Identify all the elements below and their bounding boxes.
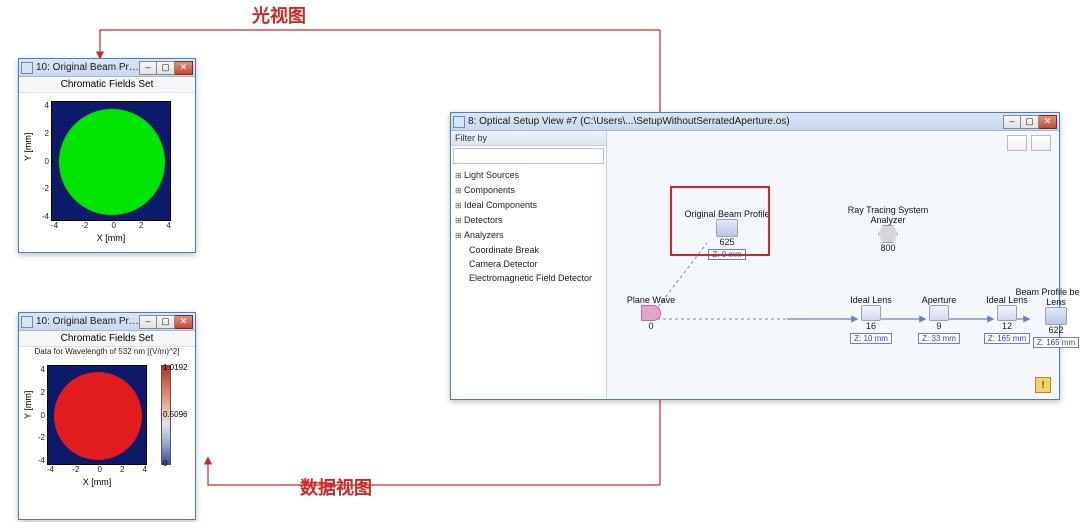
maximize-button[interactable]: ▢ — [157, 315, 175, 329]
titlebar[interactable]: 10: Original Beam Profile – ▢ ✕ — [19, 59, 195, 77]
block-z-value: Z: 33 mm — [918, 333, 960, 344]
colorbar-min: 0 — [163, 459, 197, 468]
detector-icon — [716, 219, 738, 237]
toolbar-icon-1[interactable] — [1007, 135, 1027, 151]
tree-coordinate-break[interactable]: Coordinate Break — [455, 243, 602, 257]
block-label: Plane Wave — [621, 295, 681, 305]
block-label: Aperture — [911, 295, 967, 305]
toolbar-icon-2[interactable] — [1031, 135, 1051, 151]
window-optical-setup[interactable]: 8: Optical Setup View #7 (C:\Users\...\S… — [450, 112, 1060, 400]
colorbar-max: 1.0192 — [163, 363, 197, 372]
block-id: 0 — [621, 321, 681, 331]
block-z-value: Z: 10 mm — [850, 333, 892, 344]
plot-frame — [47, 365, 147, 465]
maximize-button[interactable]: ▢ — [157, 61, 175, 75]
tree-components[interactable]: Components — [455, 183, 602, 198]
block-ideal-lens-1[interactable]: Ideal Lens 16 Z: 10 mm — [843, 295, 899, 344]
block-id: 9 — [911, 321, 967, 331]
block-label: Ideal Lens — [843, 295, 899, 305]
block-label: Ray Tracing System Analyzer — [843, 205, 933, 225]
titlebar[interactable]: 10: Original Beam Profile – ▢ ✕ — [19, 313, 195, 331]
block-id: 16 — [843, 321, 899, 331]
window-title: 10: Original Beam Profile — [36, 62, 139, 73]
block-id: 625 — [677, 237, 777, 247]
annotation-light-view: 光视图 — [252, 2, 306, 28]
warning-icon[interactable]: ! — [1035, 377, 1051, 393]
block-original-beam-profile[interactable]: Original Beam Profile 625 Z: 0 mm — [677, 209, 777, 260]
beam-circle-green — [59, 109, 165, 215]
filter-header: Filter by — [451, 131, 606, 146]
chart-plot-area[interactable]: -4-2024 X [mm] 420-2-4 Y [mm] — [19, 93, 195, 249]
y-ticks: 420-2-4 — [35, 365, 45, 465]
chart-plot-area[interactable]: Data for Wavelength of 532 nm [(V/m)^2] … — [19, 347, 195, 517]
titlebar[interactable]: 8: Optical Setup View #7 (C:\Users\...\S… — [451, 113, 1059, 131]
tree-light-sources[interactable]: Light Sources — [455, 168, 602, 183]
block-label: Original Beam Profile — [677, 209, 777, 219]
plot-frame — [51, 101, 171, 221]
y-axis-label: Y [mm] — [23, 133, 33, 161]
annotation-data-view: 数据视图 — [300, 474, 372, 500]
block-z-value: Z: 165 mm — [1033, 337, 1079, 348]
minimize-button[interactable]: – — [139, 61, 157, 75]
aperture-icon — [929, 305, 949, 321]
window-title: 10: Original Beam Profile — [36, 316, 139, 327]
close-button[interactable]: ✕ — [175, 61, 193, 75]
maximize-button[interactable]: ▢ — [1021, 115, 1039, 129]
component-tree[interactable]: Light Sources Components Ideal Component… — [451, 166, 606, 287]
setup-canvas[interactable]: ! Plane Wave 0 — [607, 131, 1059, 399]
block-plane-wave[interactable]: Plane Wave 0 — [621, 295, 681, 331]
chart-dataline: Data for Wavelength of 532 nm [(V/m)^2] — [19, 347, 195, 356]
close-button[interactable]: ✕ — [1039, 115, 1057, 129]
window-title: 8: Optical Setup View #7 (C:\Users\...\S… — [468, 116, 1003, 127]
chart-subtitle: Chromatic Fields Set — [19, 77, 195, 93]
block-ray-tracing-analyzer[interactable]: Ray Tracing System Analyzer 800 — [843, 205, 933, 253]
window-icon — [21, 62, 33, 74]
beam-circle-red — [54, 372, 142, 460]
window-beam-profile-light[interactable]: 10: Original Beam Profile – ▢ ✕ Chromati… — [18, 58, 196, 253]
close-button[interactable]: ✕ — [175, 315, 193, 329]
block-id: 622 — [1007, 325, 1080, 335]
window-icon — [21, 316, 33, 328]
lens-icon — [861, 305, 881, 321]
block-id: 800 — [843, 243, 933, 253]
tree-em-field-detector[interactable]: Electromagnetic Field Detector — [455, 271, 602, 285]
window-icon — [453, 116, 465, 128]
filter-input[interactable] — [453, 148, 604, 164]
minimize-button[interactable]: – — [1003, 115, 1021, 129]
block-aperture[interactable]: Aperture 9 Z: 33 mm — [911, 295, 967, 344]
x-axis-label: X [mm] — [51, 233, 171, 243]
x-axis-label: X [mm] — [47, 477, 147, 487]
source-icon — [641, 305, 661, 321]
colorbar-mid: 0.5096 — [163, 410, 197, 419]
block-beam-profile-behind-lens[interactable]: Beam Profile behind Lens 622 Z: 165 mm — [1007, 287, 1080, 348]
tree-ideal-components[interactable]: Ideal Components — [455, 198, 602, 213]
window-beam-profile-data[interactable]: 10: Original Beam Profile – ▢ ✕ Chromati… — [18, 312, 196, 520]
tree-camera-detector[interactable]: Camera Detector — [455, 257, 602, 271]
block-label: Beam Profile behind Lens — [1007, 287, 1080, 307]
filter-panel: Filter by Light Sources Components Ideal… — [451, 131, 607, 399]
block-z-value: Z: 0 mm — [708, 249, 745, 260]
x-ticks: -4-2024 — [51, 221, 171, 230]
tree-analyzers[interactable]: Analyzers — [455, 228, 602, 243]
detector-icon — [1045, 307, 1067, 325]
chart-subtitle: Chromatic Fields Set — [19, 331, 195, 347]
y-axis-label: Y [mm] — [23, 391, 33, 419]
minimize-button[interactable]: – — [139, 315, 157, 329]
analyzer-icon — [878, 225, 898, 243]
tree-detectors[interactable]: Detectors — [455, 213, 602, 228]
x-ticks: -4-2024 — [47, 465, 147, 474]
y-ticks: 420-2-4 — [39, 101, 49, 221]
connection-wires — [607, 131, 1059, 399]
